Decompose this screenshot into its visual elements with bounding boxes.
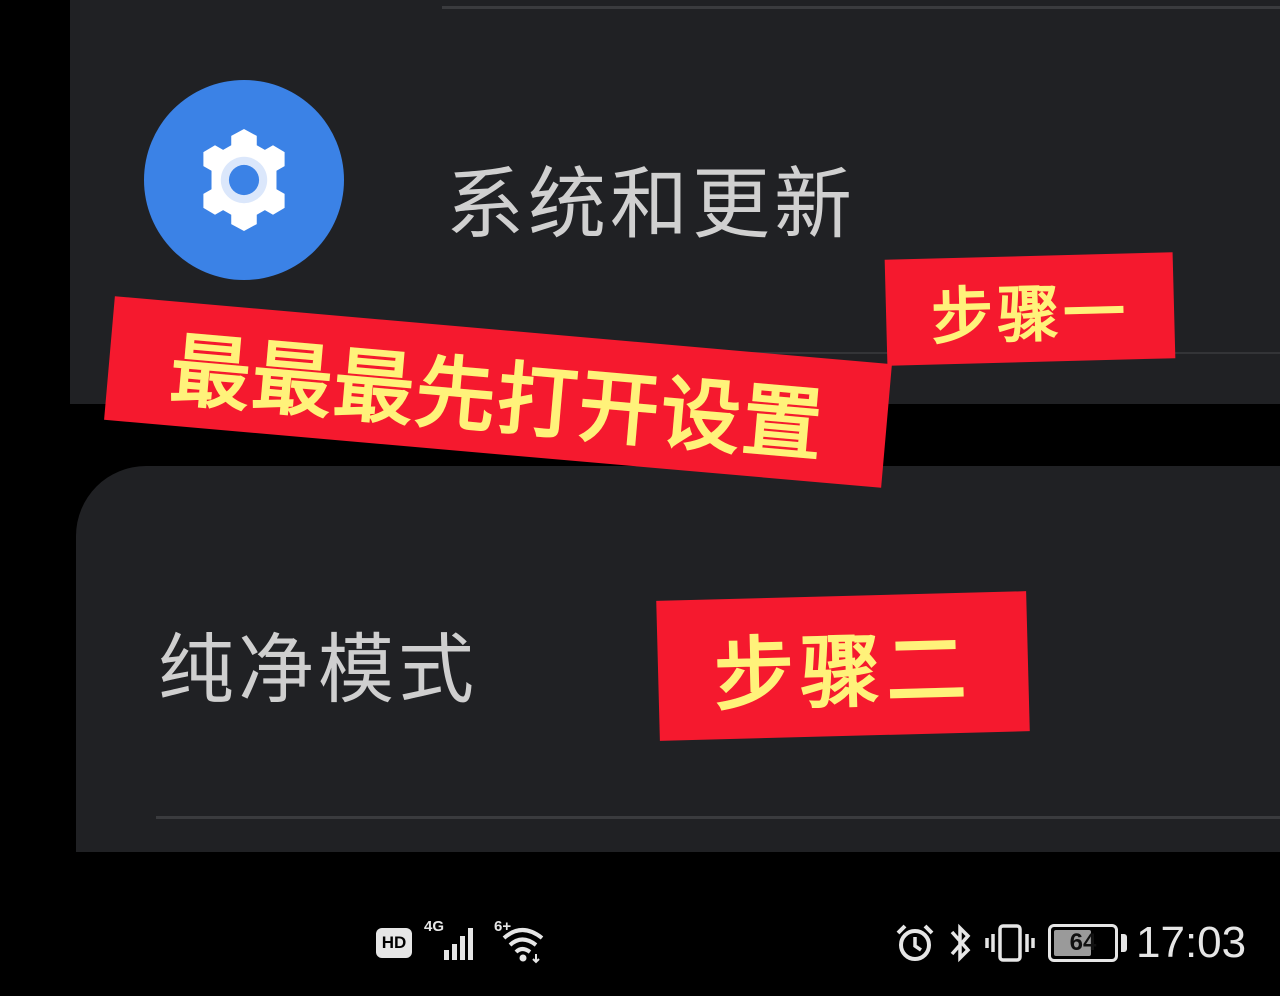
alarm-icon <box>896 924 934 961</box>
pure-mode-label: 纯净模式 <box>158 625 478 714</box>
battery-icon: 64 <box>1048 924 1118 962</box>
hd-icon: HD <box>376 928 412 958</box>
divider <box>156 816 1280 819</box>
step-two-tag: 步骤二 <box>656 591 1030 741</box>
battery-level-label: 64 <box>1069 929 1097 956</box>
battery-cap <box>1121 934 1127 952</box>
wifi-6-icon: 6+ <box>494 918 550 964</box>
step-one-tag: 步骤一 <box>884 252 1176 366</box>
system-and-update-label: 系统和更新 <box>446 160 857 250</box>
gear-icon <box>203 128 285 232</box>
signal-4g-icon: 4G <box>424 918 480 964</box>
status-clock: 17:03 <box>1136 918 1247 967</box>
system-update-icon-badge <box>144 80 344 280</box>
status-bar: HD 4G 6+ 64 17:03 <box>0 900 1280 990</box>
divider <box>442 6 1280 9</box>
bluetooth-icon <box>950 923 971 963</box>
screen: 系统和更新 纯净模式 步骤一 最最最先打开设置 步骤二 HD 4G 6+ 64 … <box>0 0 1280 996</box>
vibrate-icon <box>985 924 1035 962</box>
